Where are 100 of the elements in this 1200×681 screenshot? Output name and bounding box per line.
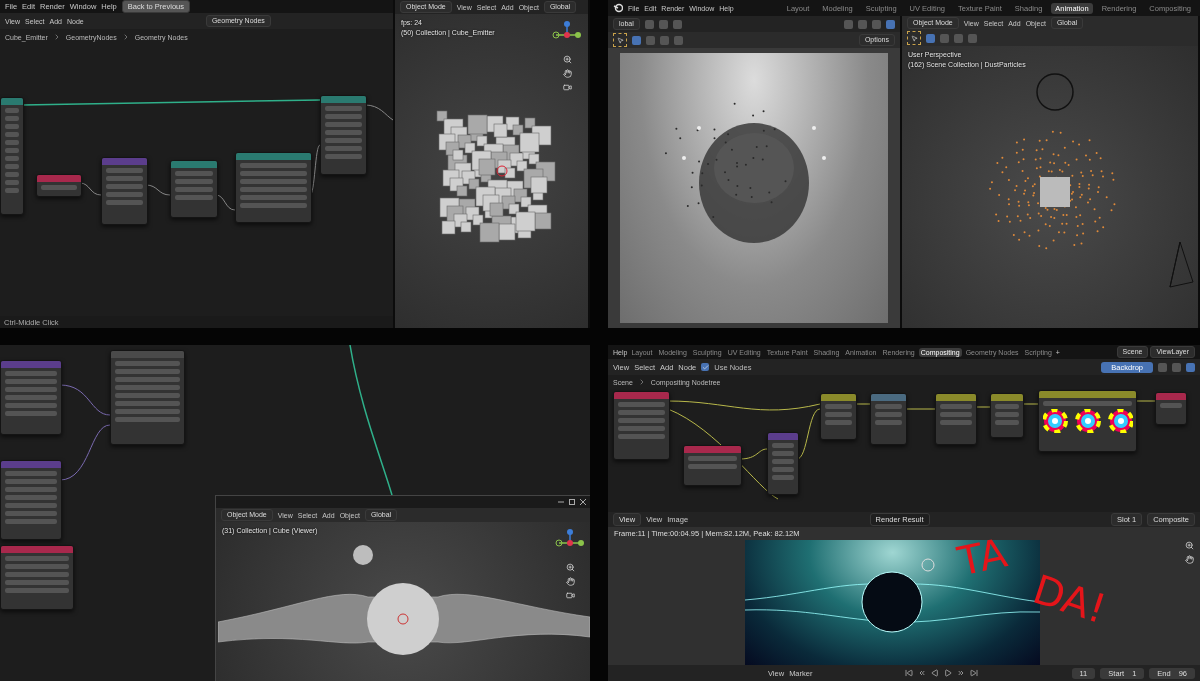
node-field [5,132,19,137]
node-field [41,185,77,190]
node-field [5,156,19,161]
node-field [875,412,902,417]
node-field [940,404,972,409]
node-field [5,180,19,185]
node-field [995,420,1019,425]
node-field [1160,403,1182,408]
cursor-indicator [352,545,373,565]
node-field [995,412,1019,417]
hand-icon[interactable] [562,69,572,78]
node-field [772,459,794,464]
play-reverse-icon[interactable] [931,669,940,677]
node-field [115,377,180,382]
node-field [5,164,19,169]
annotation-text: TA [954,532,1011,582]
node-field [5,108,19,113]
jump-start-icon[interactable] [905,669,914,677]
node-wire [364,104,393,121]
node-field [5,395,57,400]
node-field [325,146,362,151]
node-field [325,114,362,119]
node-field [825,412,852,417]
node-field [825,404,852,409]
node-field [5,124,19,129]
previous-keyframe-icon[interactable] [918,669,927,677]
node-field [115,409,180,414]
node-wire [854,403,871,405]
node-field [5,140,19,145]
node-wire [79,182,102,196]
node-field [240,203,307,208]
play-icon[interactable] [944,669,953,677]
node-field [940,412,972,417]
node-field [115,417,180,422]
checkbox[interactable] [701,363,710,371]
node-wire [59,424,111,481]
next-keyframe-icon[interactable] [957,669,966,677]
node-field [175,187,213,192]
node-field [5,387,57,392]
node-field [325,106,362,111]
node-field [325,130,362,135]
node-field [5,116,19,121]
node-field [5,172,19,177]
node-field [772,451,794,456]
node-field [772,475,794,480]
node-field [175,179,213,184]
node-field [940,420,972,425]
zoom-icon[interactable] [565,563,575,572]
node-field [5,580,69,585]
node-wire [1134,400,1156,402]
node-field [618,434,665,439]
zoom-icon[interactable] [1185,541,1194,550]
node-wire [904,408,936,410]
node-wire [59,384,111,416]
node-field [325,138,362,143]
node-field [240,163,307,168]
node-field [5,556,69,561]
node-field [618,410,665,415]
node-field [5,572,69,577]
node-field [325,122,362,127]
node-field [5,511,57,516]
node-field [825,420,852,425]
camera-view-icon[interactable] [565,591,575,600]
zoom-icon[interactable] [562,55,572,64]
node-field [106,168,143,173]
select-tool-icon[interactable] [613,33,627,47]
node-field [618,418,665,423]
node-field [175,171,213,176]
node-field [5,487,57,492]
node-field [5,479,57,484]
hand-icon[interactable] [565,577,575,586]
close-icon[interactable] [580,499,586,505]
node-field [5,379,57,384]
node-field [5,403,57,408]
minimize-icon[interactable] [558,499,564,505]
node-field [115,361,180,366]
jump-end-icon[interactable] [970,669,979,677]
node-field [5,411,57,416]
node-field [5,588,69,593]
node-field [115,401,180,406]
node-field [995,404,1019,409]
node-field [772,443,794,448]
node-wire [974,406,991,408]
blender-logo-icon[interactable] [613,3,623,13]
node-field [106,200,143,205]
node-field [325,154,362,159]
node-field [5,519,57,524]
node-field [5,564,69,569]
node-field [106,192,143,197]
node-field [5,371,57,376]
select-tool-icon[interactable] [907,31,921,45]
node-field [618,402,665,407]
node-field [688,464,737,469]
node-field [5,188,19,193]
maximize-icon[interactable] [569,499,575,505]
node-field [115,393,180,398]
hand-icon[interactable] [1185,555,1194,564]
camera-view-icon[interactable] [562,83,572,92]
node-field [5,471,57,476]
node-wire [215,194,236,211]
